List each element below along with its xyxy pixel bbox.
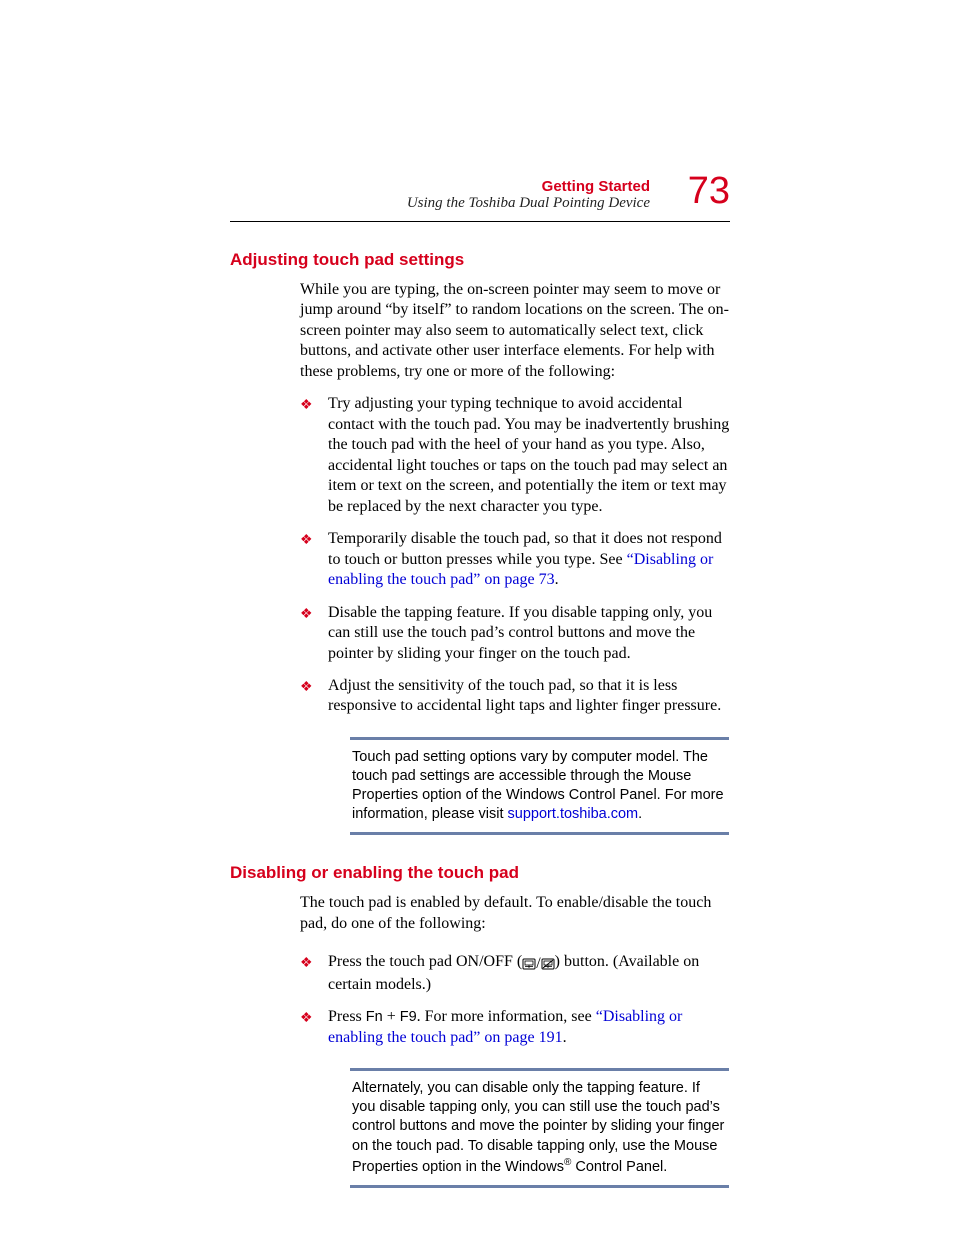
bullet-list-2: ❖ Press the touch pad ON/OFF (/) button.… [300,952,730,1048]
plus-text: + [383,1008,400,1025]
note-text: Alternately, you can disable only the ta… [352,1080,724,1174]
page-number: 73 [688,170,730,213]
note-box-2: Alternately, you can disable only the ta… [350,1068,729,1187]
header-rule [230,221,730,222]
bullet-text: Disable the tapping feature. If you disa… [328,604,712,662]
note-text-post: Control Panel. [571,1159,667,1175]
note-box-1: Touch pad setting options vary by comput… [350,737,729,836]
list-item: ❖ Adjust the sensitivity of the touch pa… [300,676,730,717]
note-text-post: . [638,806,642,822]
list-item: ❖ Temporarily disable the touch pad, so … [300,529,730,590]
diamond-bullet-icon: ❖ [300,679,313,697]
fn-key: Fn [366,1009,383,1025]
page-header: Getting Started Using the Toshiba Dual P… [230,178,730,228]
heading-adjusting-touchpad: Adjusting touch pad settings [230,250,730,270]
header-text-block: Getting Started Using the Toshiba Dual P… [407,178,650,212]
bullet-text: Adjust the sensitivity of the touch pad,… [328,677,721,714]
section-subtitle: Using the Toshiba Dual Pointing Device [407,195,650,212]
list-item: ❖ Press Fn + F9. For more information, s… [300,1007,730,1048]
list-item: ❖ Disable the tapping feature. If you di… [300,603,730,664]
list-item: ❖ Press the touch pad ON/OFF (/) button.… [300,952,730,995]
f9-key: F9 [400,1009,417,1025]
bullet-text-pre: Press the touch pad ON/OFF ( [328,953,522,970]
diamond-bullet-icon: ❖ [300,532,313,550]
page-content: Getting Started Using the Toshiba Dual P… [230,178,730,1216]
chapter-name: Getting Started [407,178,650,195]
bullet-text-mid: . For more information, see [417,1008,596,1025]
bullet-text-post: . [555,571,559,588]
diamond-bullet-icon: ❖ [300,606,313,624]
diamond-bullet-icon: ❖ [300,1010,313,1028]
bullet-list-1: ❖ Try adjusting your typing technique to… [300,394,730,717]
list-item: ❖ Try adjusting your typing technique to… [300,394,730,517]
intro-paragraph-1: While you are typing, the on-screen poin… [300,280,730,382]
diamond-bullet-icon: ❖ [300,955,313,973]
diamond-bullet-icon: ❖ [300,397,313,415]
bullet-text: Try adjusting your typing technique to a… [328,395,729,514]
intro-paragraph-2: The touch pad is enabled by default. To … [300,893,730,934]
touchpad-toggle-icon: / [522,954,554,974]
support-link[interactable]: support.toshiba.com [508,806,639,822]
bullet-text-post: . [563,1029,567,1046]
bullet-text-pre: Press [328,1008,366,1025]
heading-disabling-touchpad: Disabling or enabling the touch pad [230,863,730,883]
